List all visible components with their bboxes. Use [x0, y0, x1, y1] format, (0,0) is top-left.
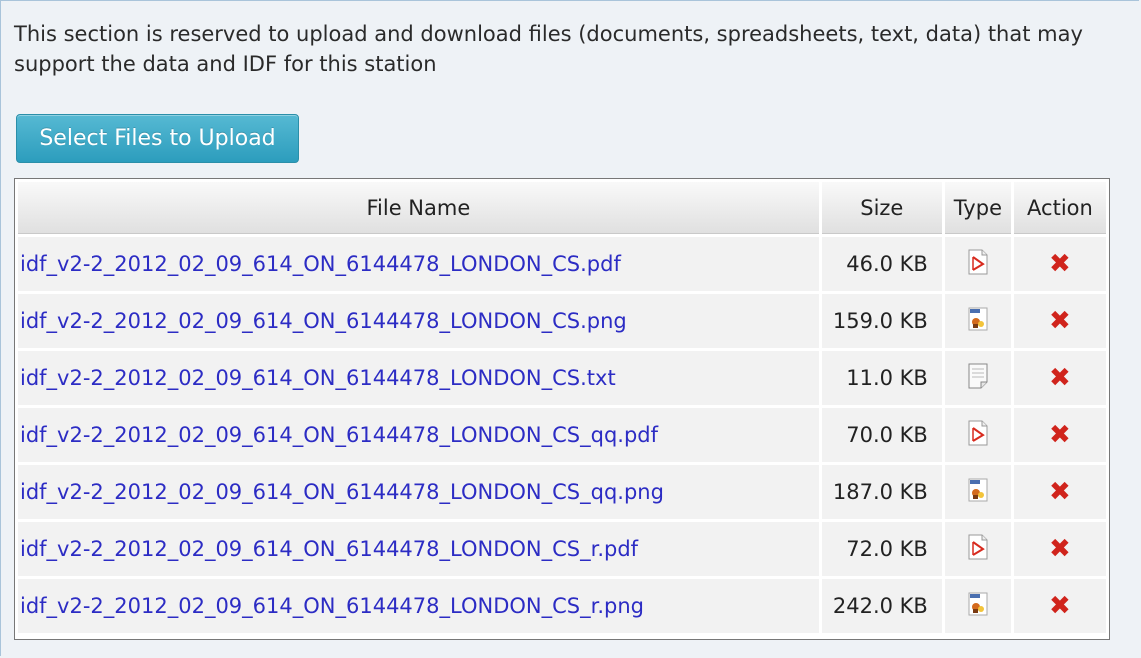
file-type-cell [944, 351, 1011, 405]
file-name-cell: idf_v2-2_2012_02_09_614_ON_6144478_LONDO… [18, 579, 819, 633]
delete-icon[interactable]: ✖ [1049, 593, 1071, 619]
file-type-cell [944, 579, 1011, 633]
file-size-cell: 70.0 KB [821, 408, 942, 462]
file-type-cell [944, 294, 1011, 348]
file-name-cell: idf_v2-2_2012_02_09_614_ON_6144478_LONDO… [18, 237, 819, 291]
delete-icon[interactable]: ✖ [1049, 422, 1071, 448]
header-action: Action [1013, 182, 1106, 234]
table-row: idf_v2-2_2012_02_09_614_ON_6144478_LONDO… [18, 579, 1106, 633]
pdf-icon [967, 249, 989, 280]
file-size-cell: 11.0 KB [821, 351, 942, 405]
files-table: File Name Size Type Action idf_v2-2_2012… [15, 179, 1109, 636]
delete-icon[interactable]: ✖ [1049, 308, 1071, 334]
file-type-cell [944, 408, 1011, 462]
table-row: idf_v2-2_2012_02_09_614_ON_6144478_LONDO… [18, 465, 1106, 519]
file-action-cell: ✖ [1013, 579, 1106, 633]
table-row: idf_v2-2_2012_02_09_614_ON_6144478_LONDO… [18, 294, 1106, 348]
file-download-link[interactable]: idf_v2-2_2012_02_09_614_ON_6144478_LONDO… [20, 480, 664, 504]
table-row: idf_v2-2_2012_02_09_614_ON_6144478_LONDO… [18, 237, 1106, 291]
file-download-link[interactable]: idf_v2-2_2012_02_09_614_ON_6144478_LONDO… [20, 252, 621, 276]
file-size-cell: 46.0 KB [821, 237, 942, 291]
file-type-cell [944, 465, 1011, 519]
file-download-link[interactable]: idf_v2-2_2012_02_09_614_ON_6144478_LONDO… [20, 537, 638, 561]
table-row: idf_v2-2_2012_02_09_614_ON_6144478_LONDO… [18, 522, 1106, 576]
file-type-cell [944, 237, 1011, 291]
files-table-container: File Name Size Type Action idf_v2-2_2012… [14, 178, 1110, 640]
file-size-cell: 72.0 KB [821, 522, 942, 576]
file-download-link[interactable]: idf_v2-2_2012_02_09_614_ON_6144478_LONDO… [20, 309, 627, 333]
file-action-cell: ✖ [1013, 294, 1106, 348]
pdf-icon [967, 420, 989, 451]
file-action-cell: ✖ [1013, 351, 1106, 405]
file-action-cell: ✖ [1013, 522, 1106, 576]
delete-icon[interactable]: ✖ [1049, 251, 1071, 277]
image-icon [967, 592, 989, 621]
file-download-link[interactable]: idf_v2-2_2012_02_09_614_ON_6144478_LONDO… [20, 594, 644, 618]
image-icon [967, 478, 989, 507]
file-size-cell: 187.0 KB [821, 465, 942, 519]
file-download-link[interactable]: idf_v2-2_2012_02_09_614_ON_6144478_LONDO… [20, 366, 616, 390]
select-files-upload-button[interactable]: Select Files to Upload [16, 114, 299, 163]
table-header-row: File Name Size Type Action [18, 182, 1106, 234]
file-action-cell: ✖ [1013, 237, 1106, 291]
header-type[interactable]: Type [944, 182, 1011, 234]
file-name-cell: idf_v2-2_2012_02_09_614_ON_6144478_LONDO… [18, 465, 819, 519]
table-row: idf_v2-2_2012_02_09_614_ON_6144478_LONDO… [18, 408, 1106, 462]
file-name-cell: idf_v2-2_2012_02_09_614_ON_6144478_LONDO… [18, 294, 819, 348]
section-description: This section is reserved to upload and d… [14, 22, 1083, 76]
header-file-name[interactable]: File Name [18, 182, 819, 234]
file-type-cell [944, 522, 1011, 576]
table-row: idf_v2-2_2012_02_09_614_ON_6144478_LONDO… [18, 351, 1106, 405]
file-name-cell: idf_v2-2_2012_02_09_614_ON_6144478_LONDO… [18, 408, 819, 462]
delete-icon[interactable]: ✖ [1049, 365, 1071, 391]
file-size-cell: 242.0 KB [821, 579, 942, 633]
header-size[interactable]: Size [821, 182, 942, 234]
file-download-link[interactable]: idf_v2-2_2012_02_09_614_ON_6144478_LONDO… [20, 423, 658, 447]
file-action-cell: ✖ [1013, 465, 1106, 519]
image-icon [967, 307, 989, 336]
pdf-icon [967, 534, 989, 565]
file-name-cell: idf_v2-2_2012_02_09_614_ON_6144478_LONDO… [18, 522, 819, 576]
file-action-cell: ✖ [1013, 408, 1106, 462]
file-name-cell: idf_v2-2_2012_02_09_614_ON_6144478_LONDO… [18, 351, 819, 405]
delete-icon[interactable]: ✖ [1049, 479, 1071, 505]
delete-icon[interactable]: ✖ [1049, 536, 1071, 562]
text-file-icon [967, 363, 989, 394]
file-size-cell: 159.0 KB [821, 294, 942, 348]
